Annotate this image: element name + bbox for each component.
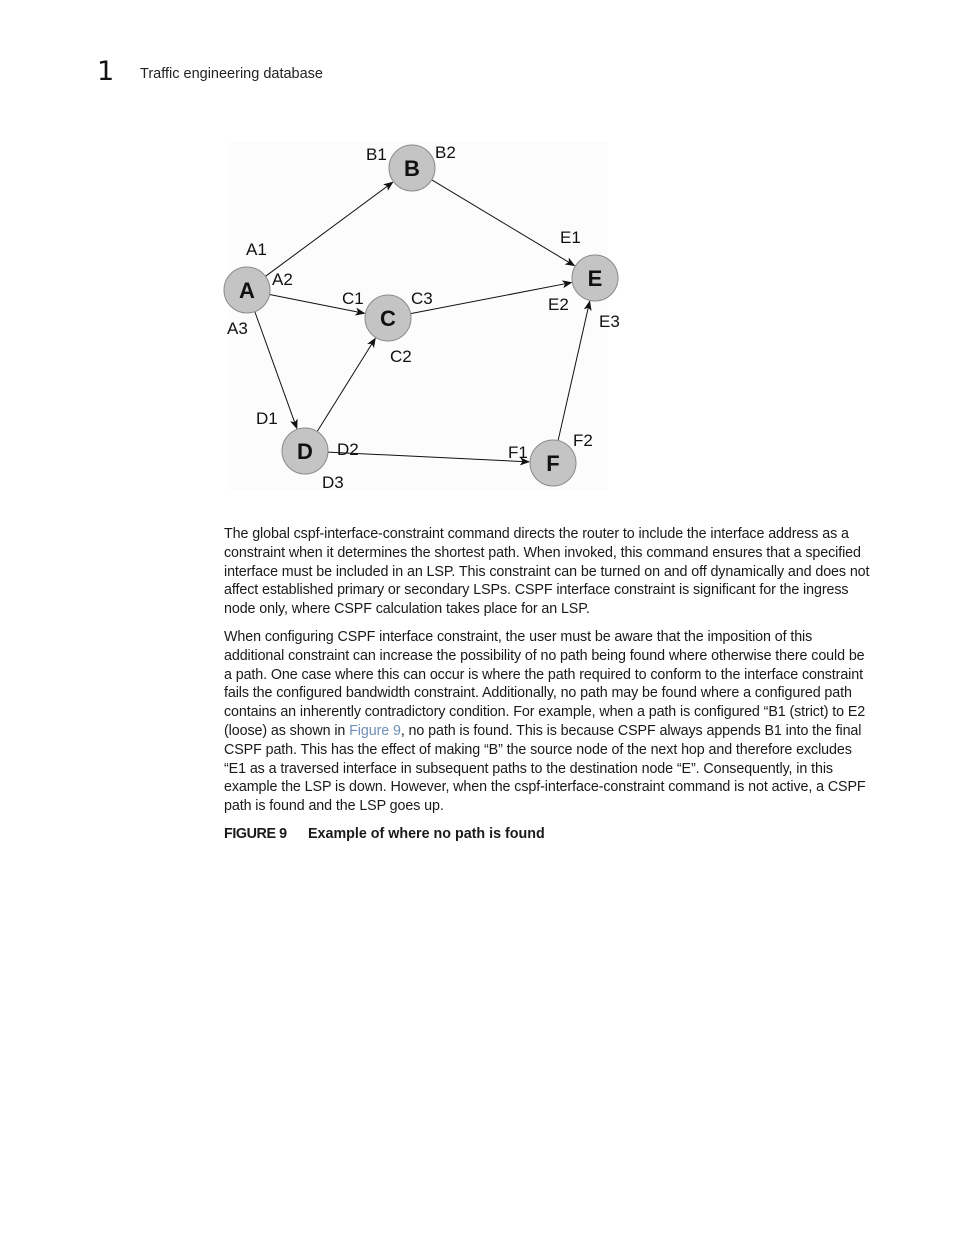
diagram-background [228, 142, 608, 490]
paragraph-cspf-constraint-caveat: When configuring CSPF interface constrai… [224, 628, 872, 816]
interface-label-c1: C1 [342, 289, 364, 308]
node-f: F [529, 439, 577, 487]
network-diagram: A B C D E F A1 A2 A3 B1 B2 C1 C2 C3 D1 D2 D3 E1 E2 E3 F1 F2 [223, 142, 620, 492]
interface-label-e2: E2 [548, 295, 569, 314]
figure-9-link[interactable]: Figure 9 [349, 723, 401, 739]
interface-label-c3: C3 [411, 289, 433, 308]
interface-label-b1: B1 [366, 145, 387, 164]
node-a: A [223, 266, 271, 314]
node-c: C [364, 294, 412, 342]
interface-label-d1: D1 [256, 409, 278, 428]
paragraph-cspf-constraint-intro: The global cspf-interface-constraint com… [224, 525, 872, 619]
node-label: C [380, 306, 396, 331]
interface-label-e1: E1 [560, 228, 581, 247]
interface-label-b2: B2 [435, 143, 456, 162]
node-label: F [546, 451, 559, 476]
node-label: B [404, 156, 420, 181]
interface-label-c2: C2 [390, 347, 412, 366]
running-header-title: Traffic engineering database [140, 66, 323, 82]
chapter-number: 1 [97, 56, 115, 87]
interface-label-a1: A1 [246, 240, 267, 259]
interface-label-e3: E3 [599, 312, 620, 331]
paragraph-text: When configuring CSPF interface constrai… [224, 628, 872, 816]
figure-number: FIGURE 9 [224, 826, 287, 842]
network-diagram-figure: A B C D E F A1 A2 A3 B1 B2 C1 C2 C3 D1 D2 D3 E1 E2 E3 F1 F2 [222, 138, 622, 498]
node-e: E [571, 254, 619, 302]
interface-label-d3: D3 [322, 473, 344, 492]
figure-caption: FIGURE 9 Example of where no path is foun… [224, 826, 545, 842]
node-b: B [388, 144, 436, 192]
figure-title: Example of where no path is found [308, 826, 545, 842]
node-label: D [297, 439, 313, 464]
node-label: E [588, 266, 603, 291]
interface-label-a2: A2 [272, 270, 293, 289]
interface-label-a3: A3 [227, 319, 248, 338]
interface-label-f2: F2 [573, 431, 593, 450]
interface-label-f1: F1 [508, 443, 528, 462]
node-d: D [281, 427, 329, 475]
node-label: A [239, 278, 255, 303]
interface-label-d2: D2 [337, 440, 359, 459]
paragraph-text: The global cspf-interface-constraint com… [224, 526, 870, 618]
